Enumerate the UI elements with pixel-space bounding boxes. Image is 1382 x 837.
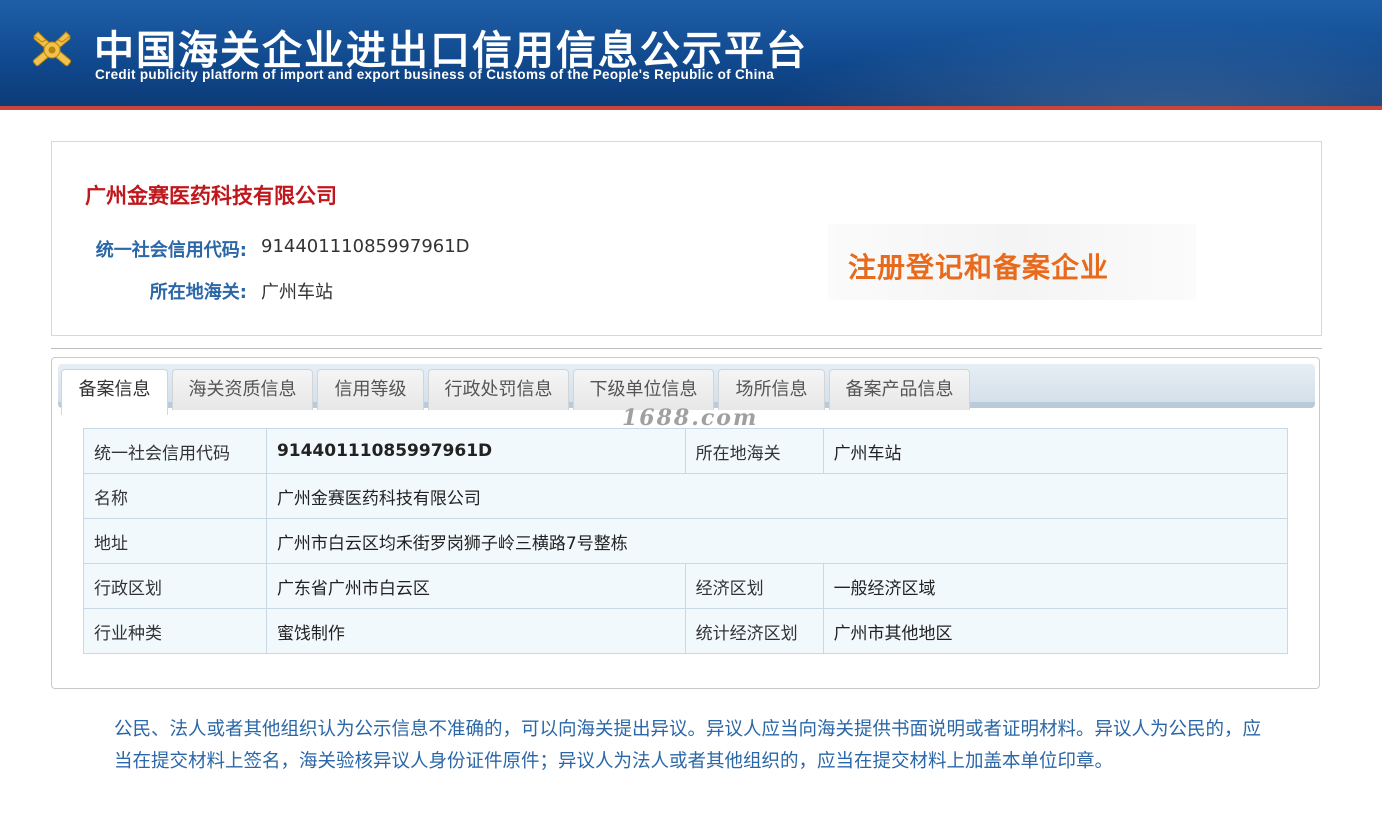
company-name: 广州金赛医药科技有限公司: [85, 184, 337, 208]
table-value: 广州金赛医药科技有限公司: [265, 473, 1289, 519]
table-value: 广州市其他地区: [822, 608, 1289, 654]
table-label: 所在地海关: [684, 428, 824, 474]
table-label: 统一社会信用代码: [83, 428, 267, 474]
table-label: 统计经济区划: [684, 608, 824, 654]
table-label: 名称: [83, 473, 267, 519]
objection-notice: 公民、法人或者其他组织认为公示信息不准确的，可以向海关提出异议。异议人应当向海关…: [114, 719, 1262, 772]
customs-emblem-icon: [32, 31, 72, 67]
table-label: 行业种类: [83, 608, 267, 654]
tab-administrative-penalty[interactable]: 行政处罚信息: [428, 369, 569, 410]
site-header: 中国海关企业进出口信用信息公示平台 Credit publicity platf…: [0, 0, 1382, 110]
tab-customs-qualification[interactable]: 海关资质信息: [172, 369, 313, 410]
table-value: 一般经济区域: [822, 563, 1289, 609]
tab-credit-rating[interactable]: 信用等级: [317, 369, 424, 410]
credit-code-label: 统一社会信用代码:: [95, 240, 247, 261]
table-value: 广州车站: [822, 428, 1289, 474]
site-subtitle: Credit publicity platform of import and …: [95, 67, 775, 82]
tab-premises-info[interactable]: 场所信息: [718, 369, 825, 410]
company-summary-card: 广州金赛医药科技有限公司 统一社会信用代码: 91440111085997961…: [51, 141, 1322, 336]
table-value: 广东省广州市白云区: [265, 563, 686, 609]
divider: [51, 348, 1322, 349]
table-row: 地址 广州市白云区均禾街罗岗狮子岭三横路7号整栋: [83, 518, 1289, 564]
table-row: 统一社会信用代码 91440111085997961D 所在地海关 广州车站: [83, 428, 1289, 474]
tab-filed-products[interactable]: 备案产品信息: [829, 369, 970, 410]
table-row: 行业种类 蜜饯制作 统计经济区划 广州市其他地区: [83, 608, 1289, 654]
registration-status-badge: 注册登记和备案企业: [828, 224, 1196, 300]
filing-info-table: 统一社会信用代码 91440111085997961D 所在地海关 广州车站 名…: [83, 428, 1289, 654]
table-row: 名称 广州金赛医药科技有限公司: [83, 473, 1289, 519]
table-label: 行政区划: [83, 563, 267, 609]
registration-status-text: 注册登记和备案企业: [848, 251, 1110, 284]
customs-value: 广州车站: [261, 282, 333, 303]
customs-label: 所在地海关:: [149, 282, 247, 303]
tab-filing-info[interactable]: 备案信息: [61, 369, 168, 415]
tab-subordinate-units[interactable]: 下级单位信息: [573, 369, 714, 410]
credit-code-value: 91440111085997961D: [261, 236, 470, 257]
table-label: 经济区划: [684, 563, 824, 609]
table-label: 地址: [83, 518, 267, 564]
tab-bar: 备案信息 海关资质信息 信用等级 行政处罚信息 下级单位信息 场所信息 备案产品…: [58, 364, 1315, 415]
table-value: 91440111085997961D: [265, 428, 686, 474]
table-value: 蜜饯制作: [265, 608, 686, 654]
table-row: 行政区划 广东省广州市白云区 经济区划 一般经济区域: [83, 563, 1289, 609]
table-value: 广州市白云区均禾街罗岗狮子岭三横路7号整栋: [265, 518, 1289, 564]
